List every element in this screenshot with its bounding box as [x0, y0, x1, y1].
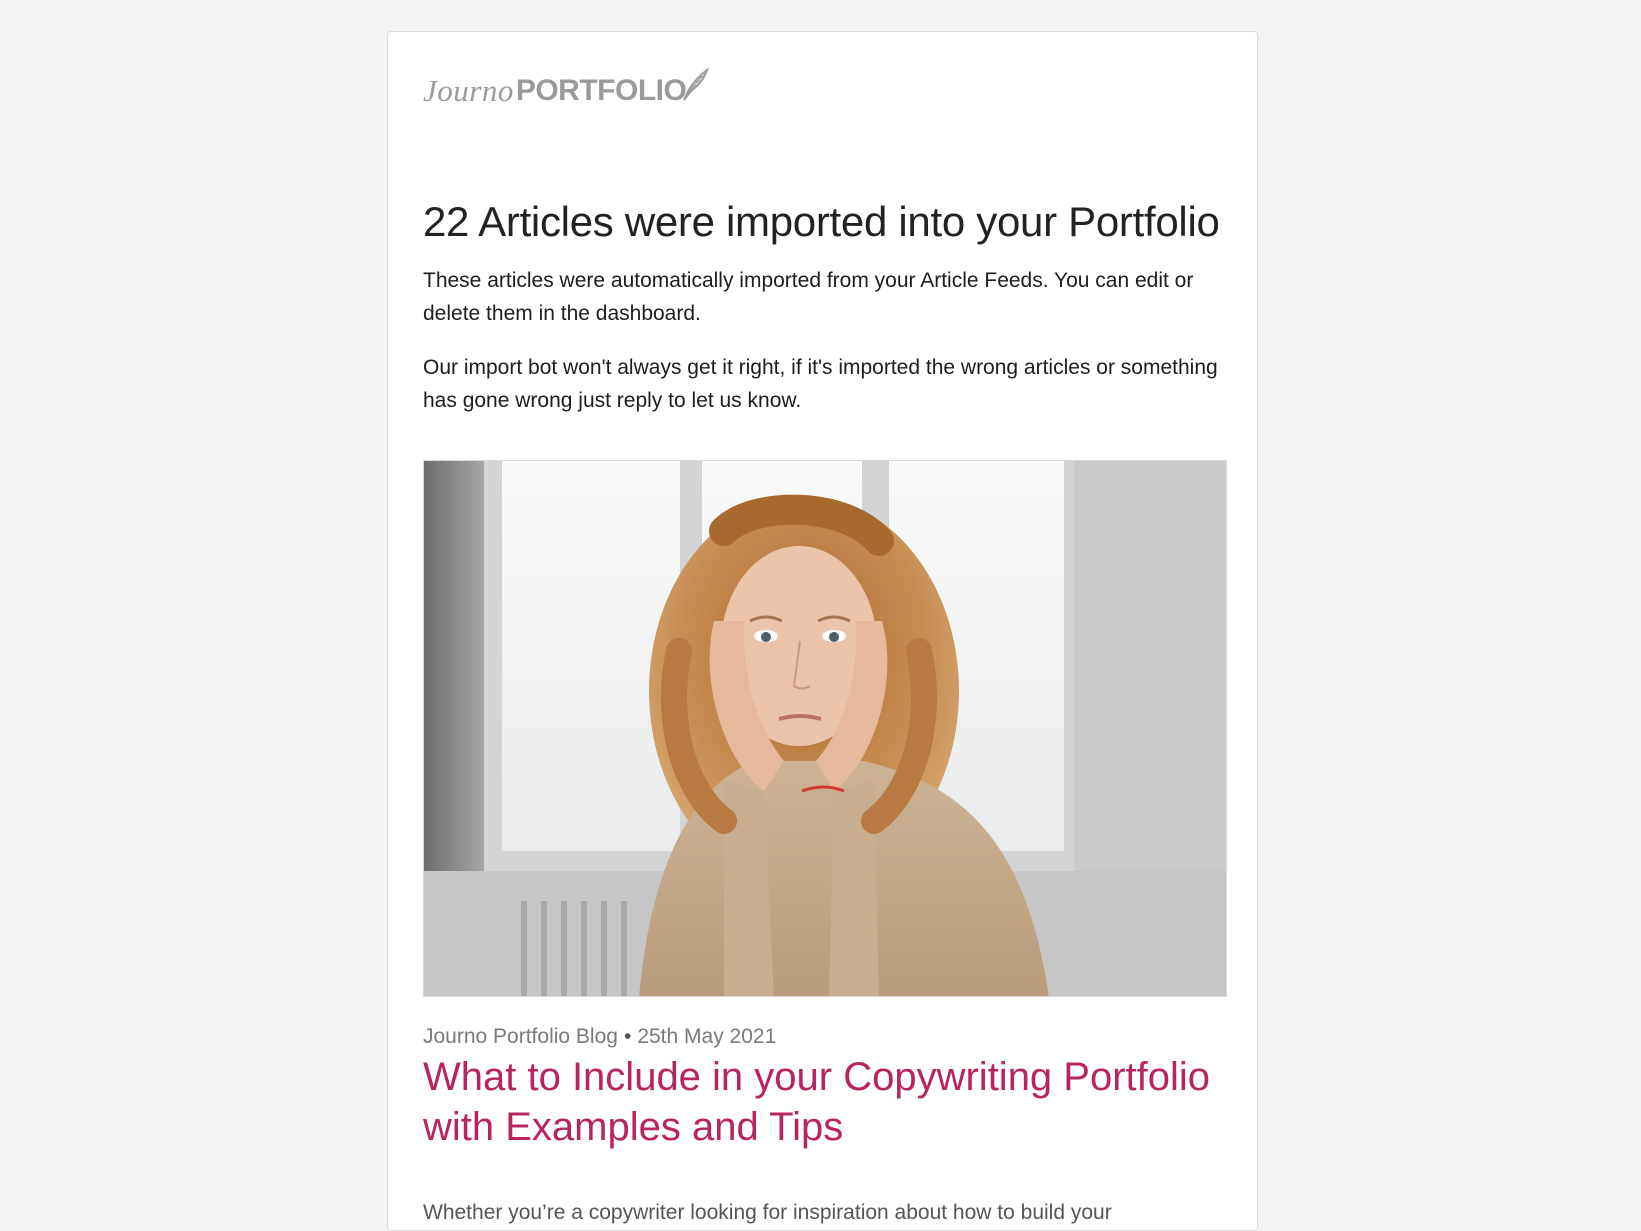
article-meta: Journo Portfolio Blog • 25th May 2021 — [423, 1022, 776, 1052]
quill-icon — [683, 68, 710, 101]
journo-portfolio-logo[interactable]: Journo PORTFOLIO — [423, 66, 710, 106]
logo-script-text: Journo — [423, 73, 514, 108]
email-intro: 22 Articles were imported into your Port… — [423, 192, 1229, 417]
article-photo-illustration — [424, 461, 1226, 996]
article-source: Journo Portfolio Blog — [423, 1025, 618, 1048]
logo-bold-text: PORTFOLIO — [515, 74, 687, 107]
article-title-link[interactable]: What to Include in your Copywriting Port… — [423, 1052, 1229, 1152]
article-image[interactable] — [423, 460, 1227, 997]
help-paragraph: Our import bot won't always get it right… — [423, 356, 1218, 412]
article-excerpt: Whether you’re a copywriter looking for … — [423, 1201, 1112, 1224]
import-heading: 22 Articles were imported into your Port… — [423, 198, 1220, 245]
email-card: Journo PORTFOLIO 22 Articles were import… — [387, 31, 1258, 1231]
intro-paragraph: These articles were automatically import… — [423, 269, 1194, 325]
meta-separator: • — [623, 1025, 632, 1048]
article-date: 25th May 2021 — [637, 1025, 777, 1048]
